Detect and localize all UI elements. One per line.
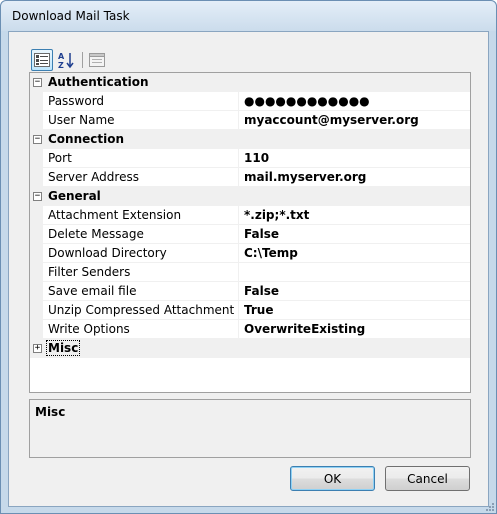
- property-value[interactable]: [239, 263, 470, 282]
- property-value[interactable]: 110: [239, 149, 470, 168]
- property-name[interactable]: Delete Message: [43, 225, 239, 244]
- property-value[interactable]: mail.myserver.org: [239, 168, 470, 187]
- window-title: Download Mail Task: [12, 9, 130, 23]
- row-margin: [30, 149, 43, 168]
- property-value[interactable]: OverwriteExisting: [239, 320, 470, 339]
- categorized-icon: [34, 53, 50, 67]
- property-name[interactable]: Server Address: [43, 168, 239, 187]
- property-value[interactable]: ●●●●●●●●●●●●: [239, 92, 470, 111]
- property-row[interactable]: Port 110: [30, 149, 470, 168]
- property-row[interactable]: Delete Message False: [30, 225, 470, 244]
- collapse-icon[interactable]: −: [33, 78, 42, 87]
- help-pane: Misc: [29, 399, 471, 458]
- property-name[interactable]: Save email file: [43, 282, 239, 301]
- collapse-icon[interactable]: −: [33, 135, 42, 144]
- row-margin: [30, 111, 43, 130]
- property-value[interactable]: True: [239, 301, 470, 320]
- property-row[interactable]: Write Options OverwriteExisting: [30, 320, 470, 339]
- property-pages-icon: [89, 53, 105, 67]
- category-row[interactable]: − Authentication: [30, 73, 470, 92]
- property-row[interactable]: Unzip Compressed Attachment True: [30, 301, 470, 320]
- ok-button[interactable]: OK: [290, 466, 375, 491]
- property-name[interactable]: Password: [43, 92, 239, 111]
- row-margin: [30, 263, 43, 282]
- property-name[interactable]: Port: [43, 149, 239, 168]
- row-margin: [30, 92, 43, 111]
- category-label: Misc: [45, 340, 81, 356]
- row-margin: [30, 225, 43, 244]
- property-name[interactable]: User Name: [43, 111, 239, 130]
- property-name[interactable]: Download Directory: [43, 244, 239, 263]
- row-margin: [30, 320, 43, 339]
- category-label: General: [48, 189, 101, 203]
- svg-text:A: A: [58, 52, 65, 61]
- property-pages-button[interactable]: [87, 49, 107, 71]
- toolbar-separator: [82, 52, 83, 68]
- categorized-button[interactable]: [31, 49, 53, 71]
- property-row[interactable]: Server Address mail.myserver.org: [30, 168, 470, 187]
- property-row[interactable]: Attachment Extension *.zip;*.txt: [30, 206, 470, 225]
- category-label: Authentication: [48, 75, 149, 89]
- property-row[interactable]: User Name myaccount@myserver.org: [30, 111, 470, 130]
- svg-text:Z: Z: [58, 61, 64, 69]
- row-margin: [30, 206, 43, 225]
- dialog-window: Download Mail Task A Z − Authentication …: [0, 0, 497, 514]
- title-bar[interactable]: Download Mail Task: [1, 1, 496, 31]
- property-row[interactable]: Password ●●●●●●●●●●●●: [30, 92, 470, 111]
- property-grid-toolbar: A Z: [31, 49, 121, 71]
- row-margin: [30, 282, 43, 301]
- property-value[interactable]: False: [239, 225, 470, 244]
- property-value[interactable]: myaccount@myserver.org: [239, 111, 470, 130]
- property-row[interactable]: Save email file False: [30, 282, 470, 301]
- property-grid[interactable]: − Authentication Password ●●●●●●●●●●●● User …: [29, 72, 471, 393]
- resize-grip-icon[interactable]: [485, 502, 495, 512]
- property-value[interactable]: *.zip;*.txt: [239, 206, 470, 225]
- property-name[interactable]: Attachment Extension: [43, 206, 239, 225]
- cancel-button[interactable]: Cancel: [385, 466, 470, 491]
- property-row[interactable]: Filter Senders: [30, 263, 470, 282]
- alphabetical-icon: A Z: [58, 52, 74, 69]
- expand-icon[interactable]: +: [33, 344, 42, 353]
- dialog-body: A Z − Authentication Password ●●●●●●●●●●●● U…: [8, 31, 489, 507]
- row-margin: [30, 244, 43, 263]
- property-name[interactable]: Write Options: [43, 320, 239, 339]
- category-label: Connection: [48, 132, 125, 146]
- property-name[interactable]: Filter Senders: [43, 263, 239, 282]
- property-name[interactable]: Unzip Compressed Attachment: [43, 301, 239, 320]
- category-row[interactable]: − Connection: [30, 130, 470, 149]
- category-row[interactable]: − General: [30, 187, 470, 206]
- property-value[interactable]: False: [239, 282, 470, 301]
- row-margin: [30, 168, 43, 187]
- collapse-icon[interactable]: −: [33, 192, 42, 201]
- help-title: Misc: [35, 405, 66, 419]
- alphabetical-button[interactable]: A Z: [56, 49, 76, 71]
- property-value[interactable]: C:\Temp: [239, 244, 470, 263]
- row-margin: [30, 301, 43, 320]
- property-row[interactable]: Download Directory C:\Temp: [30, 244, 470, 263]
- category-row[interactable]: + Misc: [30, 339, 470, 358]
